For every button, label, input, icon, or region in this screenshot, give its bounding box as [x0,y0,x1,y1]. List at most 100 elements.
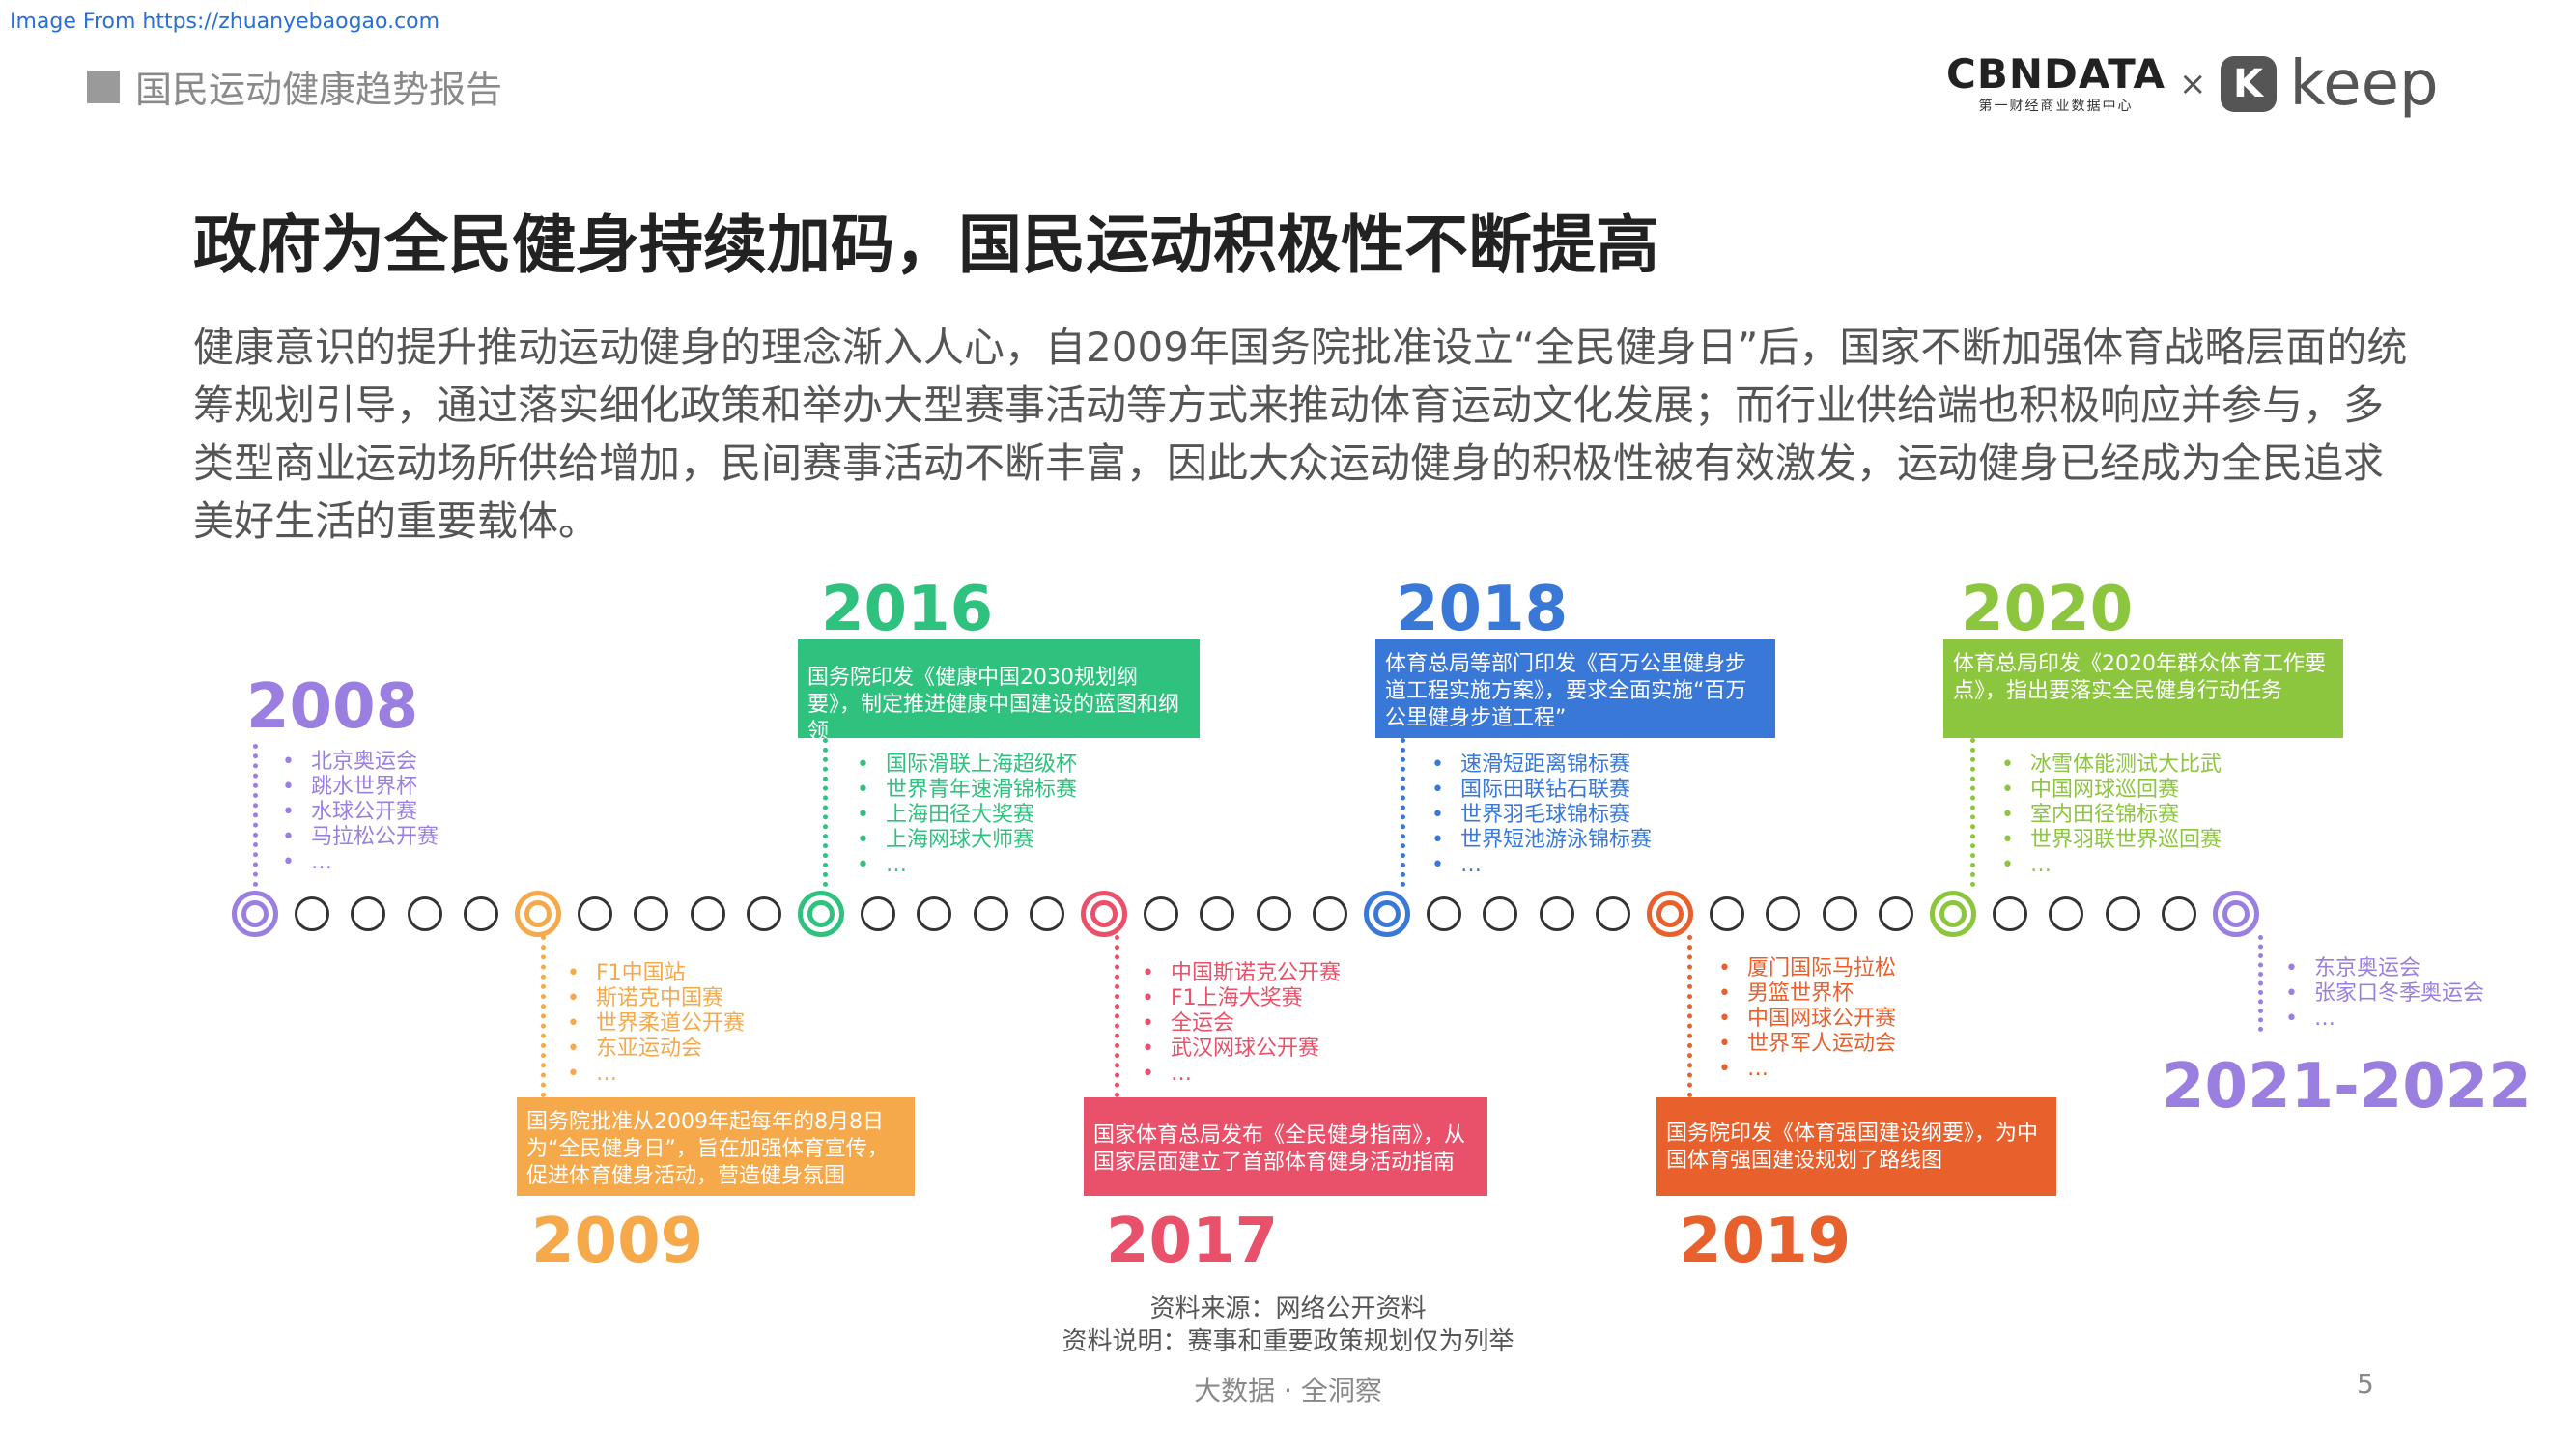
timeline-dot [860,896,895,931]
keep-logo-icon: K [2220,56,2277,112]
policy-box-2018: 体育总局等部门印发《百万公里健身步道工程实施方案》，要求全面实施“百万公里健身步… [1375,639,1775,738]
year-2019-label: 2019 [1679,1206,1852,1277]
timeline-dot [1539,896,1574,931]
event-item: 速滑短距离锦标赛 [1422,753,1652,778]
page-number: 5 [2357,1368,2374,1400]
events-2018: 速滑短距离锦标赛 国际田联钻石联赛 世界羽毛球锦标赛 世界短池游泳锦标赛 … [1422,753,1652,878]
timeline-dot [407,896,442,931]
year-2009-label: 2009 [531,1206,704,1277]
connector-2019 [1687,935,1692,1097]
section-label: 国民运动健康趋势报告 [135,69,503,111]
timeline-dot [1822,896,1857,931]
timeline-dot [973,896,1008,931]
event-item: … [1132,1062,1341,1087]
event-item: 中国网球公开赛 [1709,1007,1896,1032]
milestone-node [2213,891,2259,937]
event-item: 张家口冬季奥运会 [2276,981,2484,1007]
event-item: 跳水世界杯 [272,775,439,800]
section-marker-icon [87,70,120,103]
event-item: 北京奥运会 [272,750,439,775]
section-header: 国民运动健康趋势报告 [87,60,502,113]
event-item: … [847,853,1077,878]
event-item: … [1422,853,1652,878]
timeline-dot [1879,896,1914,931]
event-item: 全运会 [1132,1011,1341,1037]
events-2021-2022: 东京奥运会 张家口冬季奥运会 … [2276,956,2484,1032]
event-item: 中国斯诺克公开赛 [1132,961,1341,986]
timeline-dot [294,896,329,931]
policy-box-2016: 国务院印发《健康中国2030规划纲要》，制定推进健康中国建设的蓝图和纲领 [798,639,1200,744]
policy-box-2019: 国务院印发《体育强国建设纲要》，为中国体育强国建设规划了路线图 [1656,1097,2056,1196]
year-2016-label: 2016 [821,574,994,645]
milestone-node [1081,891,1127,937]
timeline-dot [1709,896,1744,931]
event-item: F1上海大奖赛 [1132,986,1341,1011]
timeline-dot [634,896,669,931]
timeline-dot [917,896,952,931]
event-item: 武汉网球公开赛 [1132,1037,1341,1062]
connector-2017 [1115,935,1119,1097]
event-item: 男篮世界杯 [1709,981,1896,1007]
timeline-dot [690,896,725,931]
event-item: … [272,850,439,875]
timeline-dot [1596,896,1631,931]
timeline-dot [1766,896,1801,931]
connector-2020 [1970,738,1975,887]
milestone-node [515,891,561,937]
timeline-dot [577,896,612,931]
milestone-node [798,891,844,937]
timeline-dot [1483,896,1518,931]
event-item: 冰雪体能测试大比武 [1992,753,2222,778]
timeline-dot [747,896,782,931]
timeline-dot [1143,896,1178,931]
timeline-dot [351,896,386,931]
event-item: 世界青年速滑锦标赛 [847,778,1077,803]
connector-2021-2022 [2258,935,2263,1032]
footer-tagline: 大数据 · 全洞察 [1194,1375,1382,1406]
logo-times-sign: × [2179,65,2207,103]
event-item: … [2276,1007,2484,1032]
source-line-1: 资料来源：网络公开资料 [1149,1294,1427,1323]
timeline-dot [1256,896,1291,931]
cbndata-logo-subtitle: 第一财经商业数据中心 [1978,99,2134,114]
event-item: 马拉松公开赛 [272,825,439,850]
timeline-dot [2105,896,2140,931]
connector-2016 [823,738,828,887]
connector-2008 [253,744,258,887]
event-item: 世界羽毛球锦标赛 [1422,803,1652,828]
timeline-dot [1426,896,1461,931]
events-2017: 中国斯诺克公开赛 F1上海大奖赛 全运会 武汉网球公开赛 … [1132,961,1341,1087]
event-item: 斯诺克中国赛 [557,986,745,1011]
events-2008: 北京奥运会 跳水世界杯 水球公开赛 马拉松公开赛 … [272,750,439,875]
connector-2009 [541,935,546,1097]
event-item: 世界短池游泳锦标赛 [1422,828,1652,853]
logo-group: CBNDATA 第一财经商业数据中心 × K keep [1946,53,2439,116]
event-item: 上海田径大奖赛 [847,803,1077,828]
timeline-dot [1200,896,1235,931]
event-item: 国际田联钻石联赛 [1422,778,1652,803]
year-2008-label: 2008 [246,671,419,743]
events-2016: 国际滑联上海超级杯 世界青年速滑锦标赛 上海田径大奖赛 上海网球大师赛 … [847,753,1077,878]
timeline-dot [1030,896,1065,931]
event-item: 上海网球大师赛 [847,828,1077,853]
timeline-dot [1313,896,1348,931]
year-2020-label: 2020 [1961,574,2134,645]
source-url[interactable]: Image From https://zhuanyebaogao.com [10,10,439,34]
event-item: 室内田径锦标赛 [1992,803,2222,828]
event-item: 厦门国际马拉松 [1709,956,1896,981]
events-2020: 冰雪体能测试大比武 中国网球巡回赛 室内田径锦标赛 世界羽联世界巡回赛 … [1992,753,2222,878]
connector-2018 [1401,738,1405,887]
year-2017-label: 2017 [1106,1206,1279,1277]
page-title: 政府为全民健身持续加码，国民运动积极性不断提高 [193,208,1659,282]
event-item: 东京奥运会 [2276,956,2484,981]
event-item: 世界军人运动会 [1709,1032,1896,1057]
timeline-dot [2162,896,2197,931]
event-item: 世界羽联世界巡回赛 [1992,828,2222,853]
milestone-node [1364,891,1410,937]
milestone-node [1930,891,1976,937]
milestone-node [232,891,278,937]
event-item: 国际滑联上海超级杯 [847,753,1077,778]
event-item: … [1992,853,2222,878]
timeline-dot [1992,896,2027,931]
year-2018-label: 2018 [1396,574,1569,645]
